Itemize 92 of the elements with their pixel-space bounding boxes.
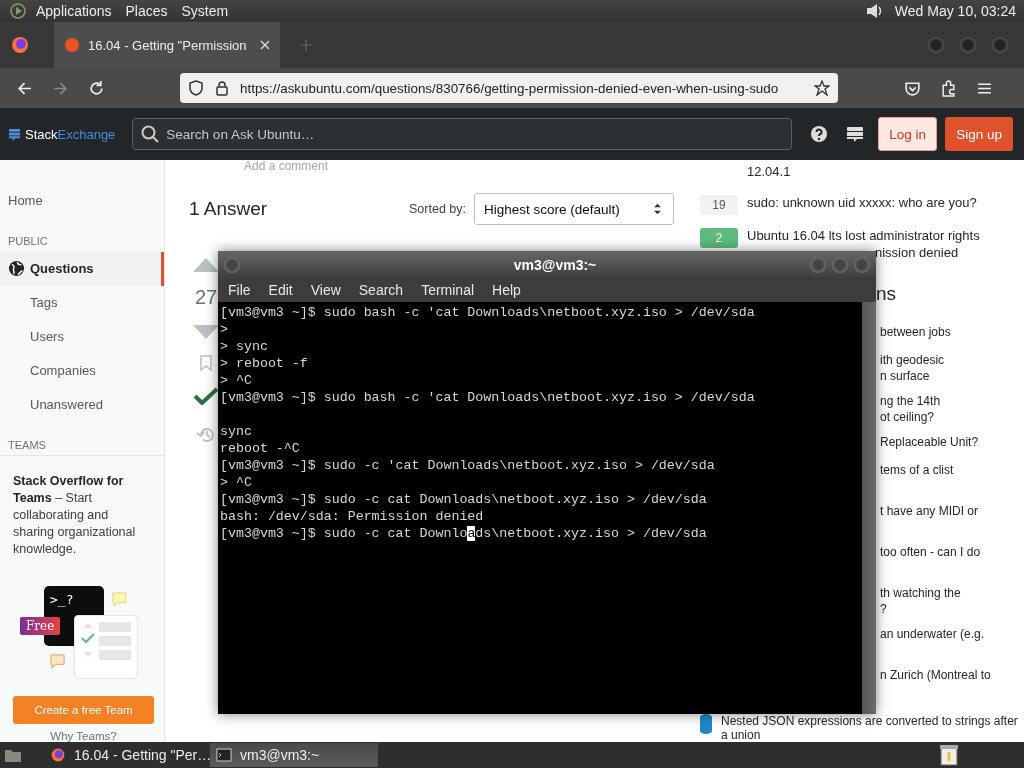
hot-question-link[interactable]: ng the 14th [880, 393, 941, 409]
extensions-icon[interactable] [940, 79, 957, 97]
menu-item[interactable]: File [228, 282, 251, 298]
panel-menu[interactable]: System [181, 3, 229, 19]
list-illustration [74, 615, 138, 679]
site-logo[interactable]: StackExchange [25, 126, 116, 142]
site-favicon-icon [64, 37, 80, 53]
terminal-line: > reboot -f [220, 355, 309, 372]
terminal-icon [216, 747, 232, 763]
hot-question-link[interactable]: ith geodesic [880, 352, 945, 368]
terminal-line: [vm3@vm3 ~]$ sudo bash -c 'cat Downloads\netboot.xyz.iso > /dev/sda [220, 389, 756, 406]
menu-item[interactable]: View [310, 282, 341, 298]
window-title: vm3@vm3:~ [513, 256, 597, 273]
stack-logo-icon[interactable] [8, 127, 21, 141]
address-bar[interactable]: https://askubuntu.com/questions/830766/getting-permission-denied-even-when-using-sudo [180, 73, 838, 103]
terminal-line: > [220, 321, 229, 338]
terminal-line: bash: /dev/sda: Permission denied [220, 508, 485, 525]
inbox-icon[interactable] [846, 125, 865, 143]
scrollbar[interactable] [862, 302, 876, 714]
trash-icon[interactable] [938, 744, 960, 766]
firefox-icon[interactable] [10, 35, 30, 55]
sidebar-item[interactable]: Home [0, 184, 164, 218]
firefox-icon [50, 747, 66, 763]
vote-count: 27 [194, 286, 218, 309]
speech-bubble-icon [50, 654, 65, 669]
distro-logo-icon[interactable] [10, 3, 26, 19]
terminal-line: > sync [220, 338, 269, 355]
terminal-line: [vm3@vm3 ~]$ sudo bash -c 'cat Downloads\netboot.xyz.iso > /dev/sda [220, 304, 756, 321]
answer-count: 1 Answer [189, 198, 268, 220]
menu-item[interactable]: Search [358, 282, 404, 298]
sort-label: Sorted by: [409, 202, 466, 216]
related-question-link[interactable]: sudo: unknown uid xxxxx: who are you? [747, 194, 977, 211]
hot-question-link[interactable]: an underwater (e.g. [880, 626, 985, 642]
terminal-line: [vm3@vm3 ~]$ sudo -c 'cat Downloads\netboot.xyz.iso > /dev/sda [220, 457, 716, 474]
taskbar-button[interactable]: 16.04 - Getting "Per… [44, 743, 210, 767]
menu-item[interactable]: Help [492, 282, 521, 298]
pocket-icon[interactable] [904, 79, 921, 97]
sidebar-item[interactable]: Questions [0, 251, 164, 286]
browser-tab[interactable]: 16.04 - Getting "Permission [54, 22, 280, 68]
globe-icon [8, 260, 25, 277]
log-in-button[interactable]: Log in [878, 117, 938, 151]
section-heading: ns [876, 282, 898, 306]
terminal-line: sync [220, 423, 253, 440]
score-badge: 19 [700, 195, 738, 215]
terminal-line: [vm3@vm3 ~]$ sudo -c cat Downloads\netboot.xyz.iso > /dev/sda [220, 491, 708, 508]
hot-question-link[interactable]: Replaceable Unit? [880, 434, 979, 450]
taskbar-button[interactable]: vm3@vm3:~ [210, 743, 378, 767]
hot-question-link[interactable]: ? [880, 601, 887, 617]
sort-select[interactable]: Highest score (default) [474, 193, 674, 225]
speech-bubble-icon [112, 592, 127, 607]
related-question-link[interactable]: Ubuntu 16.04 lts lost administrator rights [747, 227, 980, 244]
sidebar-item[interactable]: Tags [0, 285, 164, 320]
sidebar-item[interactable]: Unanswered [0, 387, 164, 422]
close-tab-icon[interactable] [260, 40, 270, 50]
terminal-line: [vm3@vm3 ~]$ sudo -c cat Downloads\netboot.xyz.iso > /dev/sda [220, 525, 708, 542]
menu-item[interactable]: Terminal [421, 282, 475, 298]
up-down-caret-icon [653, 203, 662, 215]
help-icon[interactable] [810, 125, 829, 143]
hot-question-link[interactable]: tems of a clist [880, 462, 954, 478]
sign-up-button[interactable]: Sign up [945, 117, 1013, 151]
panel-menu[interactable]: Places [125, 3, 168, 19]
sidebar-heading: PUBLIC [7, 234, 49, 249]
hot-question-link[interactable]: Nested JSON expressions are converted to strings after a union [721, 714, 1024, 742]
terminal-line: > ^C [220, 372, 253, 389]
hot-question-link[interactable]: t have any MIDI or [880, 503, 979, 519]
clock[interactable]: Wed May 10, 03:24 [894, 3, 1016, 19]
folder-icon[interactable] [4, 747, 22, 763]
terminal-line: > ^C [220, 474, 253, 491]
downvote-icon[interactable] [193, 325, 219, 339]
teams-description: Stack Overflow for Teams – Start collaborating and sharing organizational knowledge. [13, 473, 137, 558]
hot-question-link[interactable]: ot ceiling? [880, 409, 935, 425]
sidebar-heading: TEAMS [7, 437, 47, 453]
score-badge: 2 [700, 228, 738, 248]
search-icon [141, 125, 160, 143]
hot-question-link[interactable]: too often - can I do [880, 544, 981, 560]
hot-question-link[interactable]: n surface [880, 368, 930, 384]
hot-question-link[interactable]: between jobs [880, 324, 951, 340]
why-teams-link[interactable]: Why Teams? [13, 730, 154, 742]
terminal-line: reboot -^C [220, 440, 301, 457]
free-badge: Free [20, 617, 61, 635]
menu-item[interactable]: Edit [268, 282, 293, 298]
related-question-link[interactable]: nission denied [875, 245, 959, 260]
hot-question-link[interactable]: th watching the [880, 585, 961, 601]
related-question-link[interactable]: 12.04.1 [747, 164, 1024, 180]
reload-icon[interactable] [88, 79, 105, 97]
search-field[interactable]: Search on Ask Ubuntu… [132, 118, 793, 150]
database-icon [700, 714, 712, 734]
sidebar-item[interactable]: Companies [0, 353, 164, 388]
sidebar-item[interactable]: Users [0, 319, 164, 354]
hot-question-link[interactable]: n Zurich (Montreal to [880, 667, 991, 683]
panel-menu[interactable]: Applications [36, 3, 112, 19]
upvote-icon[interactable] [193, 258, 219, 272]
